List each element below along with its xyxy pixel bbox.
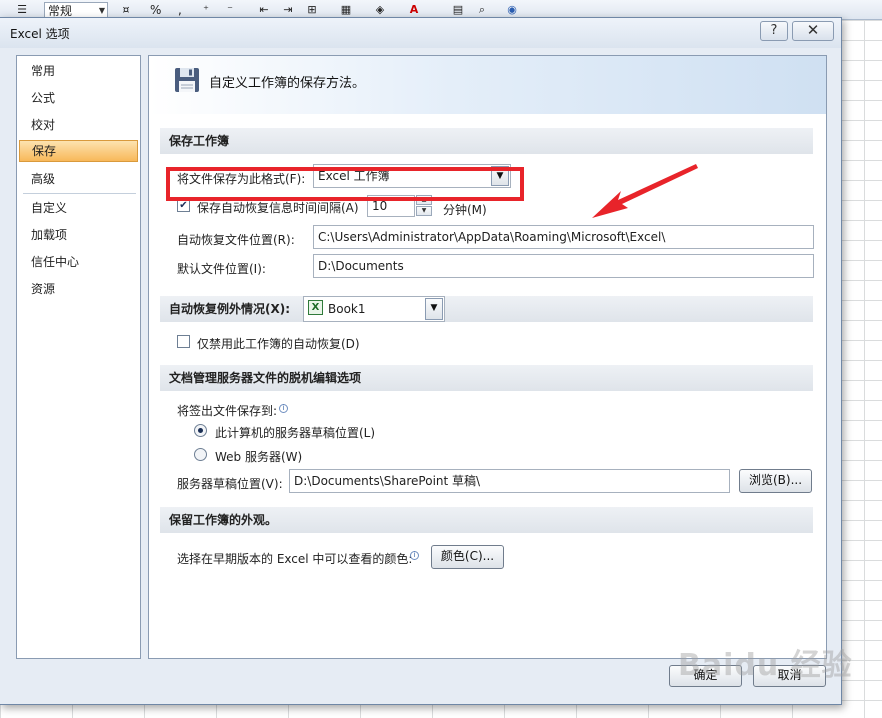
nav-item-advanced[interactable]: 高级 [19, 168, 138, 190]
content-header: 自定义工作簿的保存方法。 [149, 56, 826, 114]
increase-decimal-icon[interactable]: ⁺ [198, 2, 214, 18]
watermark: Baidu 经验 [678, 648, 853, 683]
comma-button[interactable]: , [178, 2, 182, 18]
save-disk-icon [175, 68, 199, 92]
number-format-value: 常规 [48, 4, 73, 18]
increase-indent-icon[interactable]: ⇥ [280, 2, 296, 18]
default-location-input[interactable]: D:\Documents [313, 254, 814, 278]
spin-down-icon[interactable]: ▼ [416, 206, 432, 216]
percent-button[interactable]: % [150, 2, 161, 18]
default-location-label: 默认文件位置(I): [177, 262, 266, 276]
nav-item-formulas[interactable]: 公式 [19, 87, 138, 109]
radio-web-label: Web 服务器(W) [215, 450, 303, 464]
options-content: 自定义工作簿的保存方法。 保存工作簿 将文件保存为此格式(F): Excel 工… [148, 55, 827, 659]
nav-divider [23, 193, 136, 194]
merge-icon[interactable]: ⊞ [304, 2, 320, 18]
nav-item-customize[interactable]: 自定义 [19, 197, 138, 219]
borders-icon[interactable]: ▦ [338, 2, 354, 18]
info-icon: i [410, 551, 419, 560]
content-header-text: 自定义工作簿的保存方法。 [209, 76, 366, 91]
radio-server-drafts-local[interactable] [194, 424, 207, 437]
radio-web-server[interactable] [194, 448, 207, 461]
red-highlight-box [166, 167, 524, 201]
nav-item-resources[interactable]: 资源 [19, 278, 138, 300]
autorecover-location-label: 自动恢复文件位置(R): [177, 233, 295, 247]
decrease-indent-icon[interactable]: ⇤ [256, 2, 272, 18]
excel-options-dialog: Excel 选项 ? ✕ 常用 公式 校对 保存 高级 自定义 加载项 信任中心… [0, 17, 842, 705]
decrease-decimal-icon[interactable]: ⁻ [222, 2, 238, 18]
options-nav: 常用 公式 校对 保存 高级 自定义 加载项 信任中心 资源 [16, 55, 141, 659]
server-drafts-input[interactable]: D:\Documents\SharePoint 草稿\ [289, 469, 730, 493]
styles-icon[interactable]: ▤ [450, 2, 466, 18]
autorecover-location-input[interactable]: C:\Users\Administrator\AppData\Roaming\M… [313, 225, 814, 249]
disable-autorecover-label: 仅禁用此工作簿的自动恢复(D) [197, 337, 360, 351]
help-button[interactable]: ? [760, 21, 788, 41]
disable-autorecover-checkbox[interactable] [177, 335, 190, 348]
nav-item-save[interactable]: 保存 [19, 140, 138, 162]
nav-item-general[interactable]: 常用 [19, 60, 138, 82]
section-preserve-appearance: 保留工作簿的外观。 [160, 507, 813, 533]
excel-workbook-icon: X [308, 300, 323, 315]
fill-color-icon[interactable]: ◈ [372, 2, 388, 18]
exception-workbook-dropdown[interactable]: X Book1 ▼ [303, 296, 445, 322]
help-circle-icon[interactable]: ◉ [504, 2, 520, 18]
nav-item-addins[interactable]: 加载项 [19, 224, 138, 246]
red-arrow-annotation [592, 164, 698, 218]
exceptions-title: 自动恢复例外情况(X): [169, 302, 291, 316]
save-checked-out-label: 将签出文件保存到: [177, 404, 278, 418]
dialog-title: Excel 选项 [10, 27, 70, 41]
radio-local-label: 此计算机的服务器草稿位置(L) [215, 426, 376, 440]
browse-button[interactable]: 浏览(B)... [739, 469, 812, 493]
align-icon[interactable]: ☰ [14, 2, 30, 18]
colors-button[interactable]: 颜色(C)... [431, 545, 504, 569]
section-server-offline: 文档管理服务器文件的脱机编辑选项 [160, 365, 813, 391]
server-drafts-label: 服务器草稿位置(V): [177, 477, 283, 491]
dropdown-arrow-icon[interactable]: ▼ [425, 298, 443, 320]
dialog-titlebar[interactable]: Excel 选项 ? ✕ [0, 18, 841, 48]
nav-item-trust-center[interactable]: 信任中心 [19, 251, 138, 273]
colors-label: 选择在早期版本的 Excel 中可以查看的颜色: [177, 552, 413, 566]
info-icon: i [279, 404, 288, 413]
nav-item-proofing[interactable]: 校对 [19, 114, 138, 136]
section-save-workbooks: 保存工作簿 [160, 128, 813, 154]
font-color-icon[interactable]: A [406, 2, 422, 18]
zoom-icon[interactable]: ⌕ [474, 2, 490, 18]
autorecover-label: 保存自动恢复信息时间间隔(A) [197, 201, 359, 215]
currency-icon[interactable]: ¤ [118, 2, 134, 18]
checkbox-check-icon: ✔ [179, 200, 188, 211]
number-format-select[interactable]: 常规 ▼ [44, 2, 108, 18]
minutes-label: 分钟(M) [443, 203, 487, 217]
radio-selected-dot [198, 428, 203, 433]
section-autorecover-exceptions: 自动恢复例外情况(X): [160, 296, 813, 322]
close-button[interactable]: ✕ [792, 21, 834, 41]
exception-workbook-value: Book1 [328, 302, 366, 316]
